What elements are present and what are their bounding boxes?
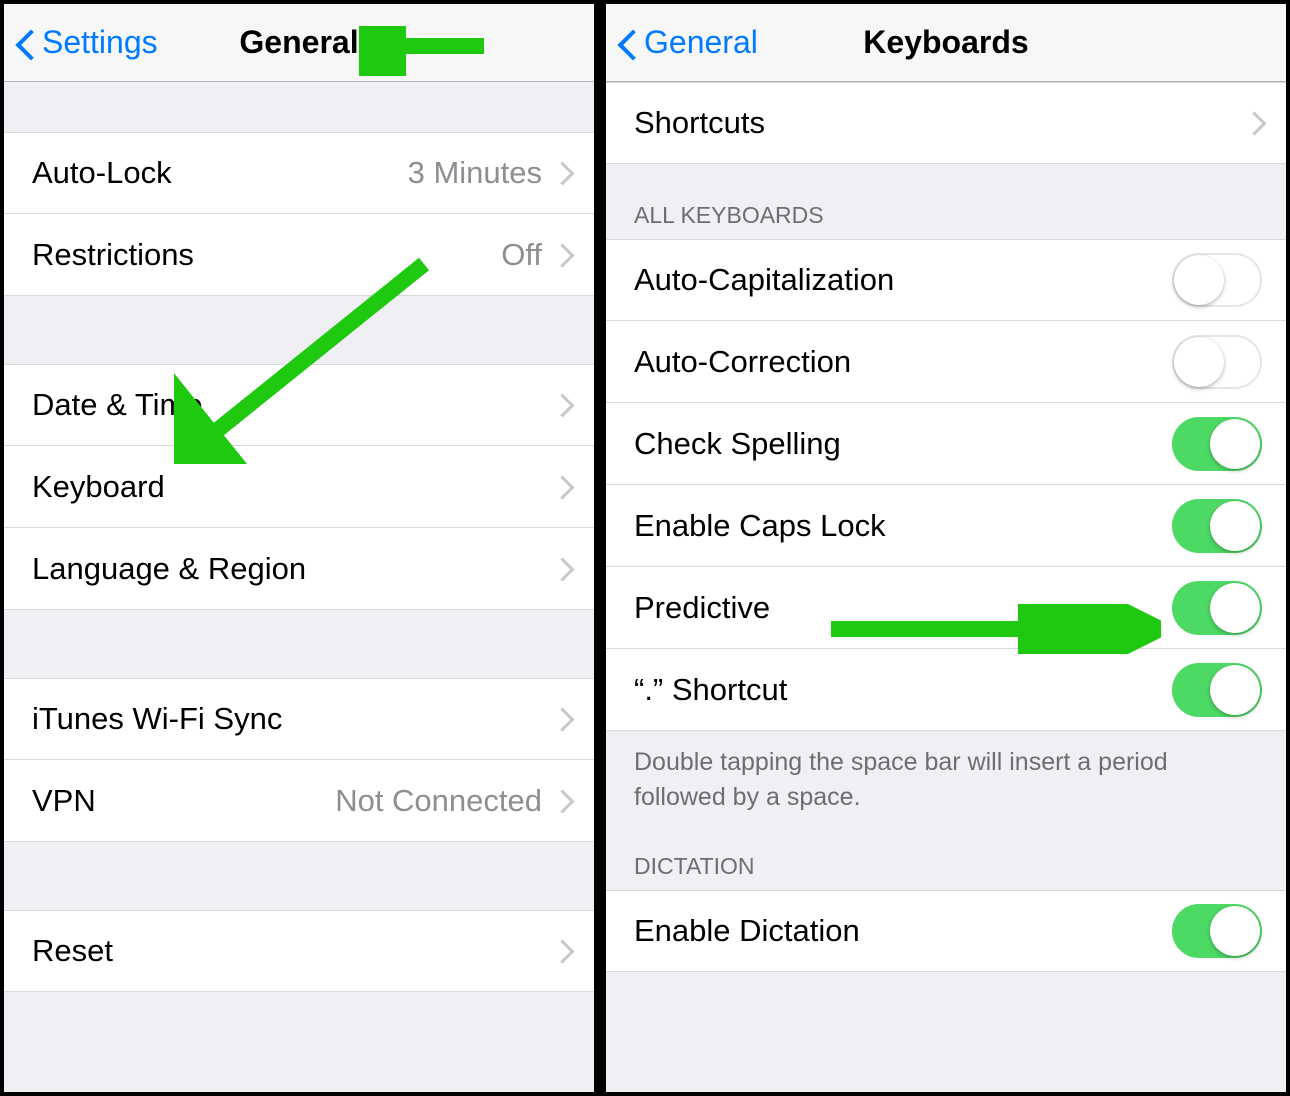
chevron-right-icon: [1248, 111, 1262, 135]
chevron-right-icon: [556, 557, 570, 581]
row-label: Date & Time: [32, 387, 556, 423]
row-label: Shortcuts: [634, 105, 1248, 141]
chevron-right-icon: [556, 475, 570, 499]
row-label: Language & Region: [32, 551, 556, 587]
switch-auto-correction[interactable]: [1172, 335, 1262, 389]
switch-enable-caps-lock[interactable]: [1172, 499, 1262, 553]
chevron-right-icon: [556, 393, 570, 417]
row-enable-dictation[interactable]: Enable Dictation: [606, 890, 1286, 972]
screen-keyboards: General Keyboards Shortcuts ALL KEYBOARD…: [602, 0, 1290, 1096]
row-dot-shortcut[interactable]: “.” Shortcut: [606, 649, 1286, 731]
chevron-left-icon: [14, 24, 36, 62]
back-to-settings[interactable]: Settings: [14, 24, 158, 62]
row-label: Auto-Capitalization: [634, 262, 1172, 298]
row-check-spelling[interactable]: Check Spelling: [606, 403, 1286, 485]
row-value: 3 Minutes: [408, 155, 542, 191]
row-auto-lock[interactable]: Auto-Lock 3 Minutes: [4, 132, 594, 214]
row-label: iTunes Wi-Fi Sync: [32, 701, 556, 737]
spacer: [4, 842, 594, 910]
row-label: Reset: [32, 933, 556, 969]
screen-general: Settings General Auto-Lock 3 Minutes Res…: [0, 0, 602, 1096]
row-auto-correction[interactable]: Auto-Correction: [606, 321, 1286, 403]
row-predictive[interactable]: Predictive: [606, 567, 1286, 649]
chevron-left-icon: [616, 24, 638, 62]
chevron-right-icon: [556, 161, 570, 185]
row-value: Not Connected: [335, 783, 542, 819]
row-shortcuts[interactable]: Shortcuts: [606, 82, 1286, 164]
section-header-all-keyboards: ALL KEYBOARDS: [606, 164, 1286, 239]
row-label: Enable Caps Lock: [634, 508, 1172, 544]
row-value: Off: [501, 237, 542, 273]
spacer: [4, 610, 594, 678]
section-header-dictation: DICTATION: [606, 825, 1286, 890]
row-date-time[interactable]: Date & Time: [4, 364, 594, 446]
navbar-keyboards: General Keyboards: [606, 4, 1286, 82]
spacer: [4, 82, 594, 132]
row-language-region[interactable]: Language & Region: [4, 528, 594, 610]
chevron-right-icon: [556, 243, 570, 267]
row-auto-capitalization[interactable]: Auto-Capitalization: [606, 239, 1286, 321]
row-itunes-wifi-sync[interactable]: iTunes Wi-Fi Sync: [4, 678, 594, 760]
row-vpn[interactable]: VPN Not Connected: [4, 760, 594, 842]
section-footer-dot-shortcut: Double tapping the space bar will insert…: [606, 731, 1286, 825]
switch-enable-dictation[interactable]: [1172, 904, 1262, 958]
row-label: Check Spelling: [634, 426, 1172, 462]
row-label: “.” Shortcut: [634, 672, 1172, 708]
row-keyboard[interactable]: Keyboard: [4, 446, 594, 528]
row-label: Predictive: [634, 590, 1172, 626]
chevron-right-icon: [556, 707, 570, 731]
chevron-right-icon: [556, 939, 570, 963]
navbar-general: Settings General: [4, 4, 594, 82]
row-label: Enable Dictation: [634, 913, 1172, 949]
row-restrictions[interactable]: Restrictions Off: [4, 214, 594, 296]
back-label: General: [644, 24, 758, 61]
switch-check-spelling[interactable]: [1172, 417, 1262, 471]
row-label: Keyboard: [32, 469, 556, 505]
switch-auto-capitalization[interactable]: [1172, 253, 1262, 307]
row-enable-caps-lock[interactable]: Enable Caps Lock: [606, 485, 1286, 567]
row-reset[interactable]: Reset: [4, 910, 594, 992]
back-label: Settings: [42, 24, 158, 61]
switch-predictive[interactable]: [1172, 581, 1262, 635]
spacer: [4, 296, 594, 364]
back-to-general[interactable]: General: [616, 24, 758, 62]
row-label: VPN: [32, 783, 335, 819]
row-label: Auto-Correction: [634, 344, 1172, 380]
row-label: Restrictions: [32, 237, 501, 273]
switch-dot-shortcut[interactable]: [1172, 663, 1262, 717]
row-label: Auto-Lock: [32, 155, 408, 191]
chevron-right-icon: [556, 789, 570, 813]
